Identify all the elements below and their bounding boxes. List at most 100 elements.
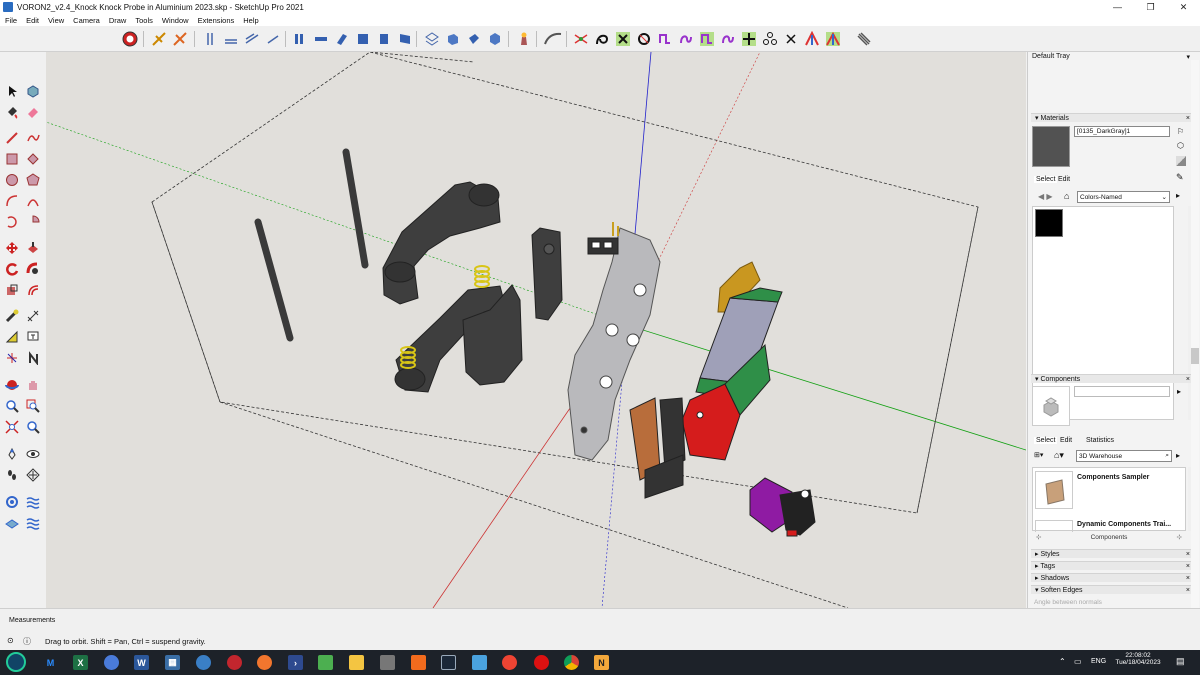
two-point-arc-icon[interactable] (25, 193, 41, 209)
model-viewport[interactable] (46, 52, 1026, 608)
opera-icon[interactable] (534, 655, 549, 670)
library-select[interactable]: Colors-Named ⌄ (1077, 191, 1170, 203)
select-icon[interactable] (4, 83, 20, 99)
sandbox-icon[interactable] (4, 494, 20, 510)
front-view-icon[interactable] (291, 30, 308, 47)
shaded-icon[interactable] (465, 30, 482, 47)
menu-camera[interactable]: Camera (73, 16, 100, 25)
view-options-icon[interactable]: ⊞▾ (1034, 451, 1043, 459)
powershell-icon[interactable]: › (288, 655, 303, 670)
fredo-rotate-icon[interactable] (698, 30, 715, 47)
fredo-edit-icon[interactable] (656, 30, 673, 47)
fredo-grid-icon[interactable] (824, 30, 841, 47)
excel-icon[interactable]: X (73, 655, 88, 670)
component-icon[interactable] (25, 83, 41, 99)
eraser-icon[interactable] (25, 104, 41, 120)
notepad-plus-icon[interactable]: N (594, 655, 609, 670)
styles-header[interactable]: ▸ Styles × (1031, 549, 1193, 558)
fredo-cross-icon[interactable] (782, 30, 799, 47)
scale-icon[interactable] (4, 282, 20, 298)
protractor-icon[interactable] (4, 329, 20, 345)
steam-icon[interactable] (441, 655, 456, 670)
component-details-icon[interactable]: ▸ (1177, 387, 1181, 396)
fredo-vertex-icon[interactable] (761, 30, 778, 47)
freehand-icon[interactable] (25, 130, 41, 146)
hidden-line-icon[interactable] (444, 30, 461, 47)
tray-arrow-icon[interactable]: ⌃ (1059, 657, 1066, 666)
paint-bucket-icon[interactable] (4, 104, 20, 120)
menu-file[interactable]: File (5, 16, 17, 25)
zoom-extents-icon[interactable] (4, 419, 20, 435)
bezier-icon[interactable] (572, 30, 589, 47)
menu-extensions[interactable]: Extensions (198, 16, 235, 25)
clock[interactable]: 22:08:02 Tue/18/04/2023 (1110, 652, 1166, 666)
three-point-arc-icon[interactable] (4, 214, 20, 230)
axes-tool-icon[interactable] (4, 350, 20, 366)
offset-icon[interactable] (25, 282, 41, 298)
home-icon[interactable]: ⌂ (1064, 191, 1069, 201)
material-name-field[interactable]: [0135_DarkGray]1 (1074, 126, 1170, 137)
language-indicator[interactable]: ENG (1091, 658, 1106, 665)
info-icon[interactable]: ⓘ (23, 636, 31, 647)
dimension-icon[interactable] (25, 308, 41, 324)
materials-header[interactable]: ▾ Materials × (1031, 113, 1193, 122)
fredo-move-icon[interactable] (719, 30, 736, 47)
file-explorer-icon[interactable] (349, 655, 364, 670)
sandbox-drape-icon[interactable] (25, 494, 41, 510)
close-button[interactable]: ✕ (1167, 0, 1200, 14)
fredo-config-icon[interactable] (855, 30, 872, 47)
orange-app-icon[interactable] (411, 655, 426, 670)
inkscape-icon[interactable] (380, 655, 395, 670)
chrome-icon[interactable] (564, 655, 579, 670)
section-icon[interactable] (171, 30, 188, 47)
list-item[interactable]: Components Sampler (1077, 474, 1149, 481)
snip-icon[interactable] (502, 655, 517, 670)
section-plane-icon[interactable] (25, 467, 41, 483)
pin-icon[interactable]: ▾ (1186, 53, 1190, 61)
firefox-icon[interactable] (257, 655, 272, 670)
cura-icon[interactable] (472, 655, 487, 670)
fredo-split-icon[interactable] (635, 30, 652, 47)
mail-icon[interactable]: M (43, 655, 58, 670)
geo-location-icon[interactable]: ⊙ (7, 636, 14, 645)
menu-view[interactable]: View (48, 16, 64, 25)
vivaldi-icon[interactable] (227, 655, 242, 670)
bottom-view-icon[interactable] (375, 30, 392, 47)
curve-tool-icon[interactable] (543, 30, 563, 47)
zoom-window-icon[interactable] (25, 398, 41, 414)
component-name-field[interactable] (1074, 386, 1170, 397)
tab-statistics[interactable]: Statistics (1086, 437, 1114, 444)
arc-icon[interactable] (4, 193, 20, 209)
walk-icon[interactable] (4, 467, 20, 483)
default-material-icon[interactable] (1176, 156, 1186, 166)
left-view-icon[interactable] (354, 30, 371, 47)
position-camera-icon[interactable] (4, 446, 20, 462)
look-around-icon[interactable] (25, 446, 41, 462)
soften-edges-header[interactable]: ▾ Soften Edges × (1031, 585, 1193, 594)
shadows-header[interactable]: ▸ Shadows × (1031, 573, 1193, 582)
textured-icon[interactable] (486, 30, 503, 47)
iso-view-icon[interactable] (243, 30, 260, 47)
polygon-icon[interactable] (25, 172, 41, 188)
pie-icon[interactable] (25, 214, 41, 230)
dynamic-components-thumb[interactable] (1035, 520, 1073, 532)
menu-help[interactable]: Help (243, 16, 258, 25)
current-material-swatch[interactable] (1032, 126, 1070, 167)
top-view-icon[interactable] (264, 30, 281, 47)
3d-text-icon[interactable] (25, 350, 41, 366)
tab-select-materials[interactable]: Select (1034, 176, 1058, 183)
maximize-button[interactable]: ❐ (1134, 0, 1167, 14)
orbit-icon[interactable] (4, 377, 20, 393)
menu-edit[interactable]: Edit (26, 16, 39, 25)
component-search-input[interactable]: 3D Warehouse ⌕ (1076, 450, 1172, 462)
rectangle-icon[interactable] (4, 151, 20, 167)
axes-icon[interactable] (201, 30, 218, 47)
menu-draw[interactable]: Draw (109, 16, 127, 25)
chrome-canary-icon[interactable] (104, 655, 119, 670)
xray-icon[interactable] (150, 30, 167, 47)
network-icon[interactable]: ▭ (1074, 657, 1082, 666)
notifications-icon[interactable]: ▤ (1176, 656, 1185, 667)
word-icon[interactable]: W (134, 655, 149, 670)
fredo-tools-icon[interactable] (740, 30, 757, 47)
details-icon[interactable]: ▸ (1176, 191, 1180, 200)
